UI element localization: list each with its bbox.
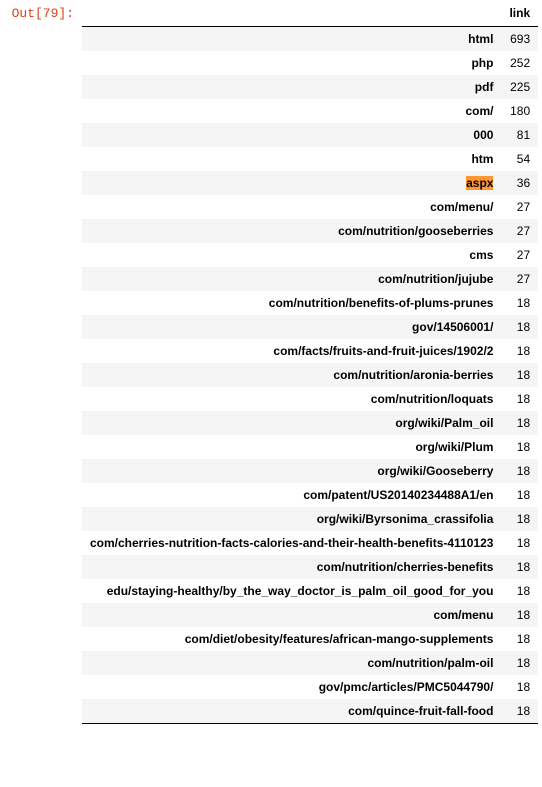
cell-value: 18	[501, 507, 538, 531]
output-prompt: Out[79]:	[0, 0, 82, 27]
table-row: com/nutrition/palm-oil18	[82, 651, 538, 675]
table-row: com/nutrition/aronia-berries18	[82, 363, 538, 387]
row-index: com/cherries-nutrition-facts-calories-an…	[82, 531, 501, 555]
row-index: com/nutrition/cherries-benefits	[82, 555, 501, 579]
table-row: com/diet/obesity/features/african-mango-…	[82, 627, 538, 651]
cell-value: 18	[501, 291, 538, 315]
row-index: com/nutrition/loquats	[82, 387, 501, 411]
table-row: com/nutrition/benefits-of-plums-prunes18	[82, 291, 538, 315]
row-index: htm	[82, 147, 501, 171]
table-row: htm54	[82, 147, 538, 171]
cell-value: 693	[501, 27, 538, 52]
row-index: com/quince-fruit-fall-food	[82, 699, 501, 724]
table-row: aspx 36	[82, 171, 538, 195]
row-index: 000	[82, 123, 501, 147]
row-index: com/patent/US20140234488A1/en	[82, 483, 501, 507]
table-row: org/wiki/Plum18	[82, 435, 538, 459]
table-row: org/wiki/Palm_oil18	[82, 411, 538, 435]
cell-value: 27	[501, 243, 538, 267]
dataframe-table: link html693php252pdf225com/18000081htm5…	[82, 0, 538, 724]
cell-value: 18	[501, 363, 538, 387]
row-index: com/nutrition/aronia-berries	[82, 363, 501, 387]
cell-value: 18	[501, 459, 538, 483]
cell-value: 180	[501, 99, 538, 123]
row-index: html	[82, 27, 501, 52]
table-row: com/nutrition/loquats18	[82, 387, 538, 411]
cell-value: 27	[501, 267, 538, 291]
table-row: php252	[82, 51, 538, 75]
table-row: com/nutrition/cherries-benefits18	[82, 555, 538, 579]
row-index: gov/pmc/articles/PMC5044790/	[82, 675, 501, 699]
cell-value: 18	[501, 315, 538, 339]
cell-value: 225	[501, 75, 538, 99]
table-row: html693	[82, 27, 538, 52]
cell-value: 18	[501, 483, 538, 507]
row-index: org/wiki/Plum	[82, 435, 501, 459]
cell-value: 18	[501, 603, 538, 627]
cell-value: 18	[501, 339, 538, 363]
table-row: gov/14506001/18	[82, 315, 538, 339]
table-row: org/wiki/Byrsonima_crassifolia18	[82, 507, 538, 531]
cell-value: 18	[501, 579, 538, 603]
row-index: com/nutrition/jujube	[82, 267, 501, 291]
table-row: com/menu/27	[82, 195, 538, 219]
cell-value: 18	[501, 627, 538, 651]
table-row: com/facts/fruits-and-fruit-juices/1902/2…	[82, 339, 538, 363]
row-index: gov/14506001/	[82, 315, 501, 339]
index-header	[82, 0, 501, 27]
table-row: 00081	[82, 123, 538, 147]
cell-value: 18	[501, 387, 538, 411]
dataframe-output: link html693php252pdf225com/18000081htm5…	[82, 0, 542, 724]
cell-value: 81	[501, 123, 538, 147]
cell-value: 36	[501, 171, 538, 195]
table-row: pdf225	[82, 75, 538, 99]
row-index: com/diet/obesity/features/african-mango-…	[82, 627, 501, 651]
notebook-output-cell: Out[79]: link html693php252pdf225com/180…	[0, 0, 542, 724]
row-index: com/nutrition/gooseberries	[82, 219, 501, 243]
table-row: gov/pmc/articles/PMC5044790/18	[82, 675, 538, 699]
row-index: org/wiki/Gooseberry	[82, 459, 501, 483]
row-index: php	[82, 51, 501, 75]
table-row: com/menu18	[82, 603, 538, 627]
cell-value: 18	[501, 675, 538, 699]
cell-value: 27	[501, 219, 538, 243]
table-row: com/quince-fruit-fall-food18	[82, 699, 538, 724]
table-row: com/cherries-nutrition-facts-calories-an…	[82, 531, 538, 555]
table-row: com/patent/US20140234488A1/en18	[82, 483, 538, 507]
row-index: com/facts/fruits-and-fruit-juices/1902/2	[82, 339, 501, 363]
cell-value: 18	[501, 699, 538, 724]
row-index: org/wiki/Byrsonima_crassifolia	[82, 507, 501, 531]
column-header: link	[501, 0, 538, 27]
header-row: link	[82, 0, 538, 27]
cell-value: 54	[501, 147, 538, 171]
cell-value: 18	[501, 411, 538, 435]
row-index: aspx	[82, 171, 501, 195]
table-row: com/nutrition/jujube27	[82, 267, 538, 291]
cell-value: 27	[501, 195, 538, 219]
highlighted-text: aspx	[466, 176, 493, 190]
cell-value: 18	[501, 435, 538, 459]
row-index: com/nutrition/palm-oil	[82, 651, 501, 675]
cell-value: 252	[501, 51, 538, 75]
cell-value: 18	[501, 555, 538, 579]
cell-value: 18	[501, 531, 538, 555]
table-row: cms27	[82, 243, 538, 267]
table-row: com/nutrition/gooseberries27	[82, 219, 538, 243]
table-row: edu/staying-healthy/by_the_way_doctor_is…	[82, 579, 538, 603]
row-index: com/nutrition/benefits-of-plums-prunes	[82, 291, 501, 315]
table-row: com/180	[82, 99, 538, 123]
row-index: com/	[82, 99, 501, 123]
row-index: pdf	[82, 75, 501, 99]
table-row: org/wiki/Gooseberry18	[82, 459, 538, 483]
row-index: com/menu/	[82, 195, 501, 219]
row-index: org/wiki/Palm_oil	[82, 411, 501, 435]
row-index: com/menu	[82, 603, 501, 627]
row-index: cms	[82, 243, 501, 267]
row-index: edu/staying-healthy/by_the_way_doctor_is…	[82, 579, 501, 603]
cell-value: 18	[501, 651, 538, 675]
